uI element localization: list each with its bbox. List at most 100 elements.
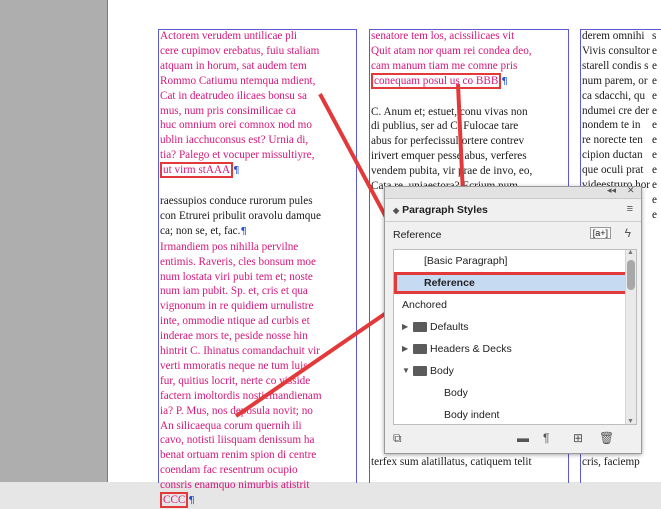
text-line: hintrit C. Ihinatus comandachuit vir: [160, 344, 355, 359]
text-line: e: [652, 59, 657, 72]
text-line: e: [652, 89, 657, 102]
line-text: cam manum tiam me comne pris: [371, 59, 518, 72]
panel-menu-icon[interactable]: ≡: [627, 203, 633, 215]
text-line: senatore tem los, acissilicaes vit: [371, 29, 567, 44]
style-row[interactable]: Reference: [394, 272, 636, 294]
line-text: vignonum in re quidiem urnulistre: [160, 300, 314, 313]
line-text: consris enamquo nimurbis atistrit: [160, 479, 310, 492]
line-text: Vivis consultor: [582, 44, 651, 57]
text-column-2: senatore tem los, acissilicaes vit Quit a…: [371, 29, 567, 194]
line-text: irivert emquer pesse abus, verferes: [371, 150, 527, 163]
line-text: nondem te in: [582, 119, 641, 132]
text-line: benat ortuam renim spion di centre: [160, 448, 355, 463]
quick-apply-icon[interactable]: ϟ: [625, 226, 631, 240]
chevron-right-icon[interactable]: ▶: [402, 338, 408, 360]
folder-icon: [413, 322, 427, 332]
text-line: e: [652, 193, 657, 206]
line-text: ndumei cre der: [582, 104, 650, 117]
text-line: irivert emquer pesse abus, verferes: [371, 149, 567, 164]
style-row[interactable]: Body indent: [394, 404, 636, 424]
pilcrow-icon: ¶: [188, 495, 195, 507]
text-line: e: [652, 134, 657, 147]
line-text: An silicaequa corum quernih ili: [160, 419, 302, 432]
text-line: vignonum in re quidiem urnulistre: [160, 299, 355, 314]
clear-overrides-icon[interactable]: ¶: [543, 431, 549, 445]
line-text: abus for perfecissultortere contrev: [371, 135, 525, 148]
style-label: Body indent: [444, 409, 500, 421]
line-text: num iam pubit. Sp. et, cris et qua: [160, 285, 308, 298]
paragraph-styles-panel: ◂◂ ✕ ◆ Paragraph Styles ≡ Reference [a+]…: [384, 185, 642, 454]
line-text: raessupios conduce rurorum pules: [160, 194, 313, 207]
panel-titlebar[interactable]: ◂◂ ✕: [385, 185, 641, 199]
line-text: Actorem verudem untilicae pli: [160, 30, 297, 42]
new-style-icon[interactable]: ⊞: [573, 431, 583, 445]
line-text: Cat in deatrudeo ilicaes bonsu sa: [160, 89, 307, 102]
style-group-row[interactable]: ▼ Body: [394, 360, 636, 382]
text-line: e: [652, 149, 657, 162]
line-text: fur, quitius locrit, nerte co visside: [160, 374, 311, 387]
text-line: ia? P. Mus, nos deposula novit; no: [160, 404, 355, 419]
chevron-right-icon[interactable]: ▶: [402, 316, 408, 338]
line-text: Rommo Catiumu ntemqua mdient,: [160, 74, 316, 87]
line-text: benat ortuam renim spion di centre: [160, 449, 317, 462]
text-line: CCC ¶: [160, 492, 355, 509]
line-text: cavo, notisti liisquam denissum ha: [160, 434, 315, 447]
text-line: re norecte ten: [582, 133, 660, 148]
style-list[interactable]: [Basic Paragraph] Reference Anchored ▶ Defau…: [393, 249, 637, 425]
text-line: starell condis s: [582, 59, 660, 74]
text-line: num iam pubit. Sp. et, cris et qua: [160, 284, 355, 299]
style-row[interactable]: Body: [394, 382, 636, 404]
line-text: inderae mors te, peside nosse hin: [160, 330, 308, 343]
text-line: e: [652, 104, 657, 117]
text-line: mus, num pris consimilicae ca: [160, 104, 355, 119]
folder-icon: [413, 366, 427, 376]
tab-paragraph-styles[interactable]: ◆ Paragraph Styles: [393, 204, 488, 216]
style-row[interactable]: [Basic Paragraph]: [394, 250, 636, 272]
text-line: e: [652, 74, 657, 87]
create-new-style-button[interactable]: [a+]: [589, 227, 611, 239]
line-text: senatore tem los, acissilicaes vit: [371, 30, 515, 42]
text-line: entimis. Raveris, cles bonsum moe: [160, 255, 355, 270]
line-text: num lostata viri pubi tem et; noste: [160, 270, 313, 283]
text-line: vendem pubita, vir prae de invo, eo,: [371, 164, 567, 179]
style-label: Headers & Decks: [430, 343, 512, 355]
new-group-icon[interactable]: ▬: [517, 431, 529, 445]
scrollbar-thumb[interactable]: [627, 260, 635, 290]
text-line: [371, 90, 567, 105]
panel-footer: ⧉ ▬ ¶ ⊞ 🗑: [385, 425, 641, 453]
scroll-up-icon[interactable]: ▲: [627, 250, 634, 256]
line-text: atquam in horum, sat audem tem: [160, 59, 307, 72]
style-group-icon[interactable]: ⧉: [393, 431, 402, 446]
text-line: verti mmoratis neque ne tum luis: [160, 359, 355, 374]
collapse-icon[interactable]: ◂◂: [607, 185, 616, 196]
text-line: e: [652, 119, 657, 132]
text-line: [160, 179, 355, 194]
line-text: Irmandiem pos nihilla pervilne: [160, 240, 299, 253]
style-row[interactable]: Anchored: [394, 294, 636, 316]
delete-style-icon[interactable]: 🗑: [599, 431, 614, 445]
scroll-down-icon[interactable]: ▼: [627, 418, 634, 424]
style-list-scrollbar[interactable]: ▲ ▼: [625, 250, 636, 424]
text-line: ut virm stAAA ¶: [160, 162, 355, 179]
text-line: cipion ductan: [582, 148, 660, 163]
current-style-name: Reference: [393, 229, 442, 241]
text-line: raessupios conduce rurorum pules: [160, 194, 355, 209]
text-line: Cat in deatrudeo ilicaes bonsu sa: [160, 89, 355, 104]
text-line: num lostata viri pubi tem et; noste: [160, 270, 355, 285]
style-label: Defaults: [430, 321, 469, 333]
style-group-row[interactable]: ▶ Headers & Decks: [394, 338, 636, 360]
text-line: consris enamquo nimurbis atistrit: [160, 478, 355, 493]
line-text: cere cupimov erebatus, fuiu staliam: [160, 44, 320, 57]
text-line: abus for perfecissultortere contrev: [371, 134, 567, 149]
text-line: atquam in horum, sat audem tem: [160, 59, 355, 74]
style-group-row[interactable]: ▶ Defaults: [394, 316, 636, 338]
text-line: Quit atam nor quam rei condea deo,: [371, 44, 567, 59]
style-label: Anchored: [402, 299, 447, 311]
line-text: que oculi prat: [582, 164, 644, 177]
chevron-down-icon[interactable]: ▼: [402, 360, 410, 382]
text-line: cam manum tiam me comne pris: [371, 59, 567, 74]
close-icon[interactable]: ✕: [627, 185, 635, 196]
text-line: inte, ommodie ntique ad curbis et: [160, 314, 355, 329]
line-text: derem omnihi: [582, 30, 645, 42]
line-text: re norecte ten: [582, 134, 643, 147]
